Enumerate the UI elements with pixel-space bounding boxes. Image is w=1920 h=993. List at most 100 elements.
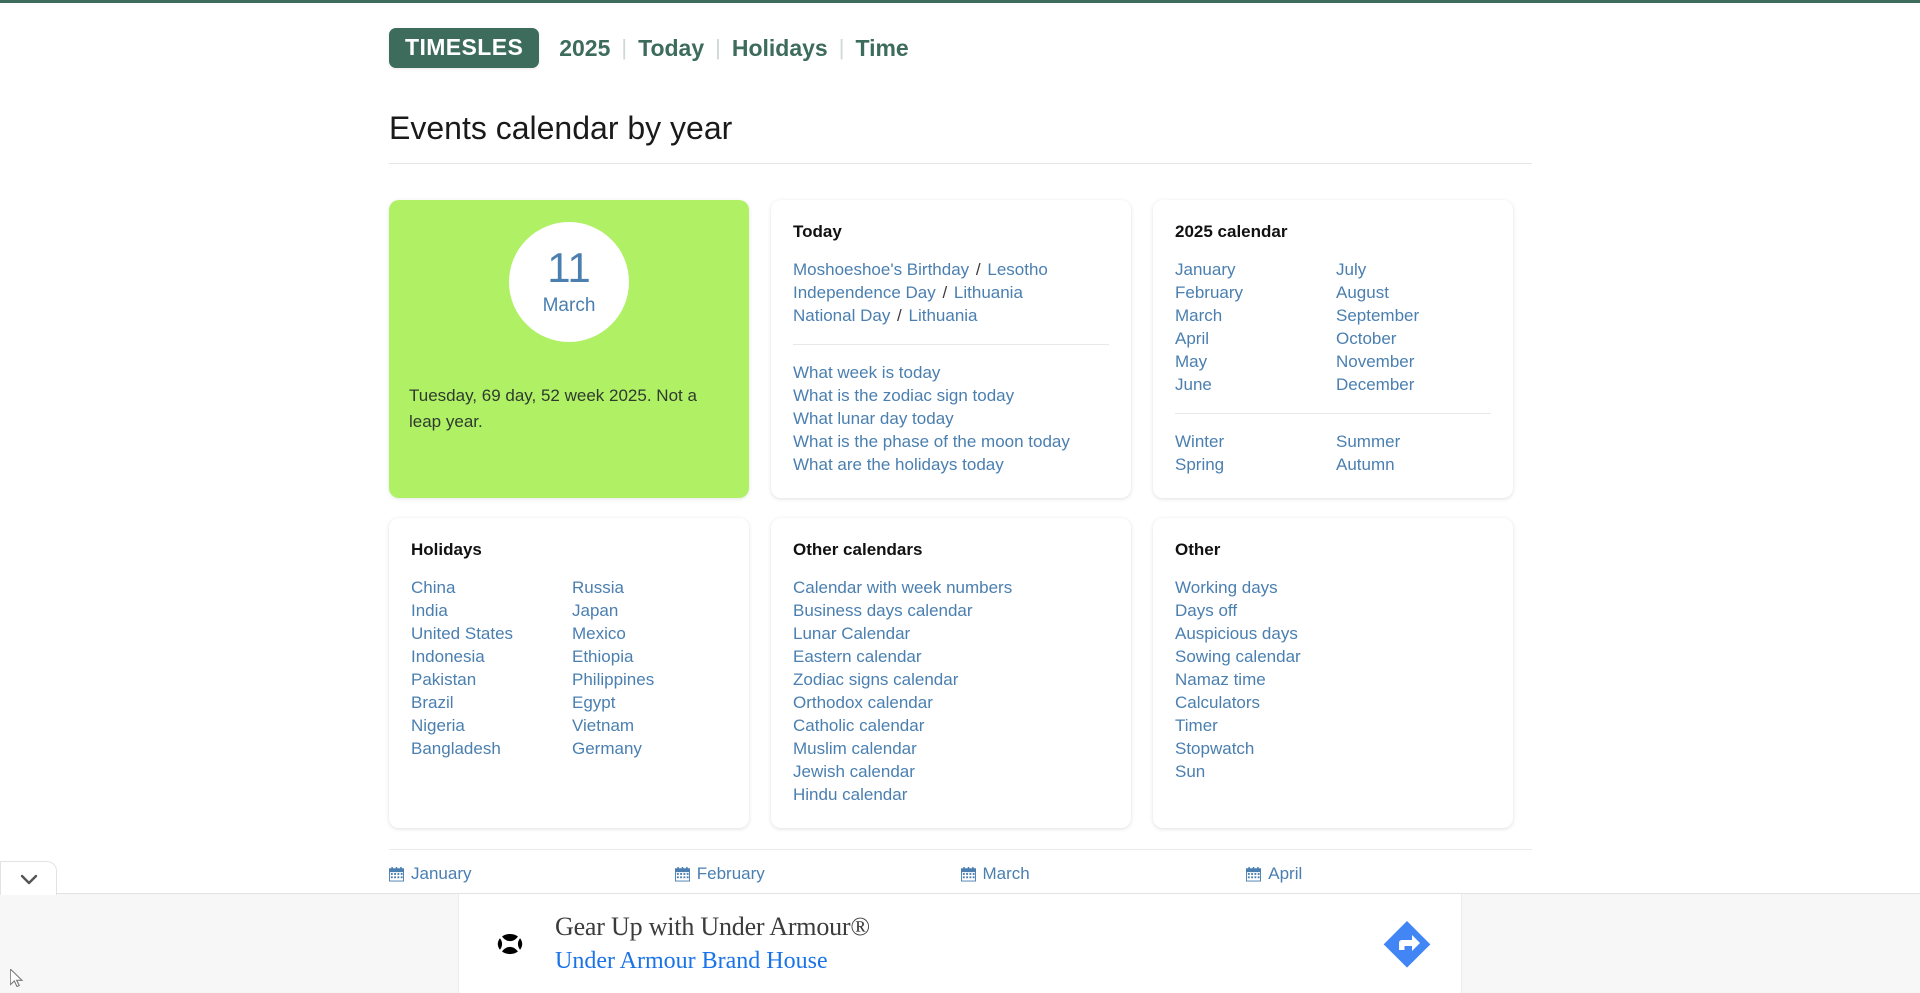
- list-item[interactable]: What are the holidays today: [793, 453, 1109, 476]
- list-item[interactable]: July: [1336, 258, 1491, 281]
- ad-content[interactable]: Gear Up with Under Armour® Under Armour …: [458, 894, 1462, 993]
- holiday-name-link[interactable]: Independence Day: [793, 281, 936, 304]
- page-root: TIMESLES 2025 | Today | Holidays | Time …: [0, 0, 1920, 993]
- today-card-title: Today: [793, 222, 1109, 242]
- list-item[interactable]: November: [1336, 350, 1491, 373]
- months-column-left: January February March April May June: [1175, 258, 1330, 396]
- list-item[interactable]: February: [1175, 281, 1330, 304]
- date-description: Tuesday, 69 day, 52 week 2025. Not a lea…: [409, 383, 725, 435]
- list-item[interactable]: Pakistan: [411, 668, 566, 691]
- month-label[interactable]: February: [697, 864, 765, 884]
- nav-item-today[interactable]: Today: [627, 35, 715, 62]
- holiday-country-link[interactable]: Lesotho: [987, 258, 1048, 281]
- list-item[interactable]: Russia: [572, 576, 727, 599]
- list-item[interactable]: What lunar day today: [793, 407, 1109, 430]
- list-item[interactable]: Indonesia: [411, 645, 566, 668]
- list-item[interactable]: What week is today: [793, 361, 1109, 384]
- list-item[interactable]: Egypt: [572, 691, 727, 714]
- list-item[interactable]: United States: [411, 622, 566, 645]
- list-item[interactable]: India: [411, 599, 566, 622]
- list-item[interactable]: Germany: [572, 737, 727, 760]
- ad-headline: Gear Up with Under Armour®: [555, 911, 1381, 944]
- list-item[interactable]: Orthodox calendar: [793, 691, 1109, 714]
- list-item[interactable]: Japan: [572, 599, 727, 622]
- list-item[interactable]: Mexico: [572, 622, 727, 645]
- list-item[interactable]: Timer: [1175, 714, 1491, 737]
- nav-item-time[interactable]: Time: [844, 35, 919, 62]
- list-item[interactable]: Business days calendar: [793, 599, 1109, 622]
- today-card-divider: [793, 344, 1109, 345]
- holiday-name-link[interactable]: National Day: [793, 304, 890, 327]
- list-item[interactable]: Winter: [1175, 430, 1330, 453]
- list-item[interactable]: Working days: [1175, 576, 1491, 599]
- list-item[interactable]: Jewish calendar: [793, 760, 1109, 783]
- date-day: 11: [547, 247, 591, 289]
- month-link-february[interactable]: February: [675, 864, 961, 884]
- list-item[interactable]: Namaz time: [1175, 668, 1491, 691]
- chevron-down-icon: [18, 872, 40, 886]
- ad-subline[interactable]: Under Armour Brand House: [555, 946, 1381, 977]
- list-item[interactable]: April: [1175, 327, 1330, 350]
- list-item[interactable]: Spring: [1175, 453, 1330, 476]
- other-calendars-card: Other calendars Calendar with week numbe…: [771, 518, 1131, 828]
- under-armour-logo: [487, 921, 533, 967]
- list-item[interactable]: Vietnam: [572, 714, 727, 737]
- list-item[interactable]: October: [1336, 327, 1491, 350]
- month-label[interactable]: March: [983, 864, 1030, 884]
- list-item[interactable]: Lunar Calendar: [793, 622, 1109, 645]
- month-link-january[interactable]: January: [389, 864, 675, 884]
- list-item[interactable]: Zodiac signs calendar: [793, 668, 1109, 691]
- top-border: [0, 0, 1920, 3]
- seasons-column-left: Winter Spring: [1175, 430, 1330, 476]
- waze-arrow-icon[interactable]: [1381, 918, 1433, 970]
- nav-item-holidays[interactable]: Holidays: [721, 35, 839, 62]
- list-item[interactable]: Brazil: [411, 691, 566, 714]
- list-item[interactable]: Catholic calendar: [793, 714, 1109, 737]
- holiday-separator: /: [890, 306, 908, 325]
- month-label[interactable]: January: [411, 864, 471, 884]
- month-link-march[interactable]: March: [961, 864, 1247, 884]
- list-item[interactable]: Eastern calendar: [793, 645, 1109, 668]
- holiday-separator: /: [936, 283, 954, 302]
- list-item[interactable]: Calendar with week numbers: [793, 576, 1109, 599]
- list-item[interactable]: What is the zodiac sign today: [793, 384, 1109, 407]
- list-item[interactable]: Auspicious days: [1175, 622, 1491, 645]
- list-item[interactable]: Nigeria: [411, 714, 566, 737]
- list-item[interactable]: Sun: [1175, 760, 1491, 783]
- current-date-card: 11 March Tuesday, 69 day, 52 week 2025. …: [389, 200, 749, 498]
- list-item[interactable]: Bangladesh: [411, 737, 566, 760]
- holiday-country-link[interactable]: Lithuania: [909, 304, 978, 327]
- nav-item-year[interactable]: 2025: [559, 35, 621, 62]
- list-item[interactable]: January: [1175, 258, 1330, 281]
- seasons-column-right: Summer Autumn: [1336, 430, 1491, 476]
- other-list: Working days Days off Auspicious days So…: [1175, 576, 1491, 783]
- year-card-divider: [1175, 413, 1491, 414]
- holiday-name-link[interactable]: Moshoeshoe's Birthday: [793, 258, 969, 281]
- list-item[interactable]: December: [1336, 373, 1491, 396]
- other-card: Other Working days Days off Auspicious d…: [1153, 518, 1513, 828]
- list-item[interactable]: Sowing calendar: [1175, 645, 1491, 668]
- list-item[interactable]: March: [1175, 304, 1330, 327]
- list-item[interactable]: September: [1336, 304, 1491, 327]
- holiday-country-link[interactable]: Lithuania: [954, 281, 1023, 304]
- list-item[interactable]: Philippines: [572, 668, 727, 691]
- list-item[interactable]: Muslim calendar: [793, 737, 1109, 760]
- list-item[interactable]: Summer: [1336, 430, 1491, 453]
- list-item[interactable]: June: [1175, 373, 1330, 396]
- month-link-april[interactable]: April: [1246, 864, 1532, 884]
- list-item[interactable]: Calculators: [1175, 691, 1491, 714]
- month-label[interactable]: April: [1268, 864, 1302, 884]
- list-item[interactable]: Stopwatch: [1175, 737, 1491, 760]
- site-logo[interactable]: TIMESLES: [389, 28, 539, 68]
- list-item[interactable]: Ethiopia: [572, 645, 727, 668]
- list-item[interactable]: Days off: [1175, 599, 1491, 622]
- list-item[interactable]: May: [1175, 350, 1330, 373]
- list-item[interactable]: August: [1336, 281, 1491, 304]
- list-item[interactable]: China: [411, 576, 566, 599]
- list-item[interactable]: What is the phase of the moon today: [793, 430, 1109, 453]
- year-calendar-card: 2025 calendar January February March Apr…: [1153, 200, 1513, 498]
- list-item[interactable]: Autumn: [1336, 453, 1491, 476]
- list-item[interactable]: Hindu calendar: [793, 783, 1109, 806]
- date-circle: 11 March: [509, 222, 629, 342]
- ad-collapse-button[interactable]: [0, 861, 57, 895]
